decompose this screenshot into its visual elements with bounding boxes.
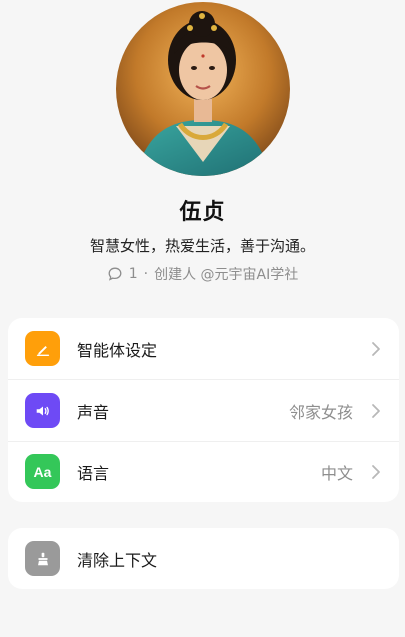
agent-name: 伍贞: [179, 200, 226, 225]
pencil-icon: [25, 331, 60, 366]
row-label-agent-setup: 智能体设定: [77, 340, 158, 360]
row-value-language: 中文: [320, 463, 353, 483]
clear-context-button[interactable]: 清除上下文: [8, 528, 399, 589]
settings-card: 智能体设定 声音 邻家女孩 Aa 语言 中文: [8, 318, 399, 502]
chevron-right-icon: [371, 464, 381, 480]
agent-profile-page: 伍贞 智慧女性，热爱生活，善于沟通。 1 · 创建人 @元宇宙AI学社 智能体设…: [0, 0, 405, 637]
settings-row-agent-setup[interactable]: 智能体设定: [8, 318, 399, 379]
row-value-voice: 邻家女孩: [288, 402, 353, 422]
row-label-clear-context: 清除上下文: [77, 550, 158, 570]
language-icon-text: Aa: [33, 463, 52, 480]
settings-row-language[interactable]: Aa 语言 中文: [8, 441, 399, 502]
avatar-portrait-image: [116, 2, 290, 176]
broom-icon: [25, 541, 60, 576]
creator-text[interactable]: 创建人 @元宇宙AI学社: [154, 264, 298, 284]
row-label-language: 语言: [77, 463, 110, 483]
chevron-right-icon: [371, 403, 381, 419]
clear-context-card: 清除上下文: [8, 528, 399, 589]
language-icon: Aa: [25, 454, 60, 489]
avatar[interactable]: [116, 2, 290, 176]
settings-row-voice[interactable]: 声音 邻家女孩: [8, 380, 399, 441]
chevron-right-icon: [371, 341, 381, 357]
comment-count[interactable]: 1: [129, 266, 138, 282]
row-label-voice: 声音: [77, 402, 110, 422]
agent-bio: 智慧女性，热爱生活，善于沟通。: [89, 237, 315, 255]
agent-meta: 1 · 创建人 @元宇宙AI学社: [0, 264, 405, 284]
speaker-icon: [25, 393, 60, 428]
comment-icon[interactable]: [107, 266, 123, 282]
meta-separator: ·: [143, 266, 149, 282]
